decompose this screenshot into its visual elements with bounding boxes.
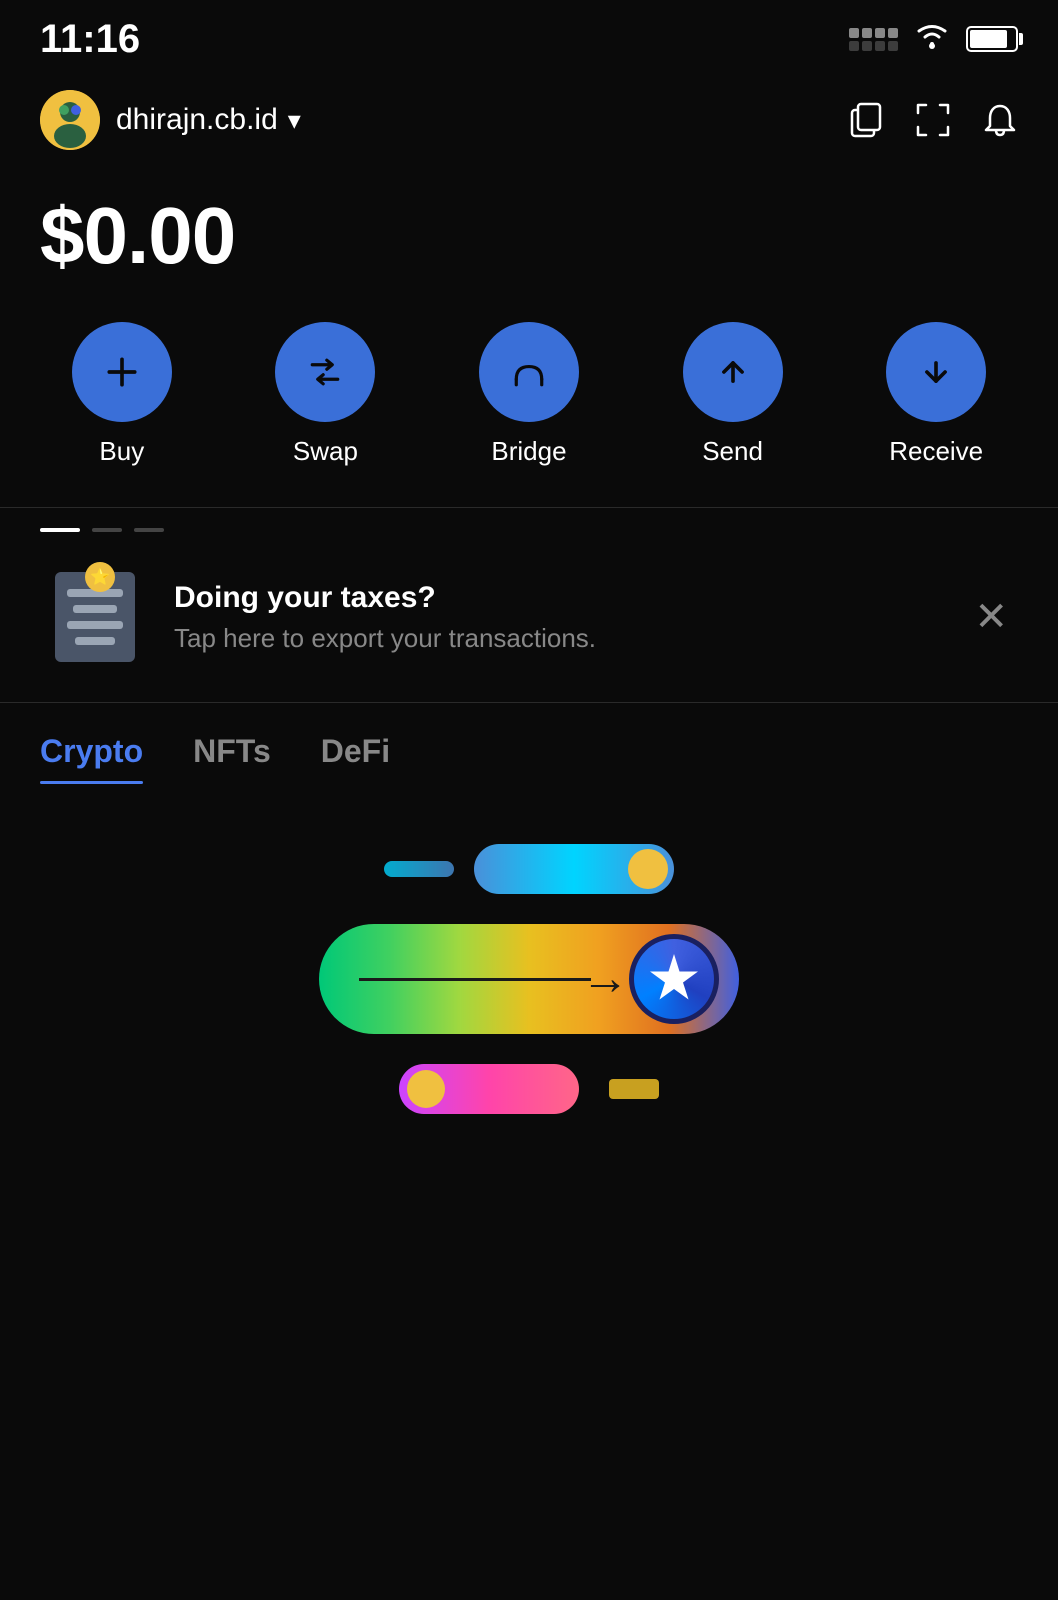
top-slider-thumb <box>628 849 668 889</box>
fullscreen-button[interactable] <box>914 101 952 139</box>
main-slider[interactable]: → <box>319 924 739 1034</box>
buy-circle <box>72 322 172 422</box>
send-button[interactable]: Send <box>683 322 783 467</box>
banner-star-icon: ⭐ <box>85 562 115 592</box>
signal-icon <box>849 28 898 51</box>
status-time: 11:16 <box>40 17 140 62</box>
swap-circle <box>275 322 375 422</box>
crypto-visual: → <box>0 784 1058 1174</box>
username: dhirajn.cb.id <box>116 103 278 137</box>
bridge-circle <box>479 322 579 422</box>
bridge-button[interactable]: Bridge <box>479 322 579 467</box>
buy-label: Buy <box>99 436 144 467</box>
banner-subtitle: Tap here to export your transactions. <box>174 623 940 654</box>
bridge-label: Bridge <box>491 436 566 467</box>
top-slider-row <box>40 844 1018 894</box>
swap-button[interactable]: Swap <box>275 322 375 467</box>
star-icon <box>649 954 699 1004</box>
battery-icon <box>966 26 1018 52</box>
main-slider-thumb <box>629 934 719 1024</box>
slide-dots <box>0 508 1058 532</box>
header: dhirajn.cb.id ▾ <box>0 70 1058 170</box>
main-slider-arrow: → <box>339 955 629 1003</box>
wifi-icon <box>912 20 952 59</box>
status-icons <box>849 20 1018 59</box>
avatar[interactable] <box>40 90 100 150</box>
send-circle <box>683 322 783 422</box>
banner-icon: ⭐ <box>40 562 150 672</box>
tab-nfts[interactable]: NFTs <box>193 733 271 784</box>
buy-button[interactable]: Buy <box>72 322 172 467</box>
top-slider[interactable] <box>474 844 674 894</box>
tab-defi[interactable]: DeFi <box>321 733 390 784</box>
banner-close-button[interactable]: ✕ <box>964 587 1018 647</box>
bottom-right-tag <box>609 1079 659 1099</box>
tabs-row: Crypto NFTs DeFi <box>40 733 1018 784</box>
bottom-slider-row <box>40 1064 1018 1114</box>
tabs-section: Crypto NFTs DeFi <box>0 703 1058 784</box>
receive-button[interactable]: Receive <box>886 322 986 467</box>
banner-text: Doing your taxes? Tap here to export you… <box>174 581 940 654</box>
header-actions <box>848 101 1018 139</box>
action-buttons: Buy Swap Bridge Send <box>0 312 1058 507</box>
header-left: dhirajn.cb.id ▾ <box>40 90 301 150</box>
balance-section: $0.00 <box>0 170 1058 312</box>
tax-banner[interactable]: ⭐ Doing your taxes? Tap here to export y… <box>0 532 1058 703</box>
status-bar: 11:16 <box>0 0 1058 70</box>
username-row[interactable]: dhirajn.cb.id ▾ <box>116 103 301 137</box>
bottom-slider[interactable] <box>399 1064 579 1114</box>
bottom-slider-thumb <box>407 1070 445 1108</box>
tab-crypto[interactable]: Crypto <box>40 733 143 784</box>
arrow-line <box>359 978 591 981</box>
balance-amount: $0.00 <box>40 190 1018 282</box>
arrow-head-icon: → <box>581 955 629 1003</box>
notification-button[interactable] <box>982 102 1018 138</box>
banner-title: Doing your taxes? <box>174 581 940 615</box>
top-slider-label <box>384 861 454 877</box>
send-label: Send <box>702 436 763 467</box>
chevron-down-icon: ▾ <box>288 105 301 136</box>
swap-label: Swap <box>293 436 358 467</box>
receive-circle <box>886 322 986 422</box>
copy-button[interactable] <box>848 102 884 138</box>
receive-label: Receive <box>889 436 983 467</box>
